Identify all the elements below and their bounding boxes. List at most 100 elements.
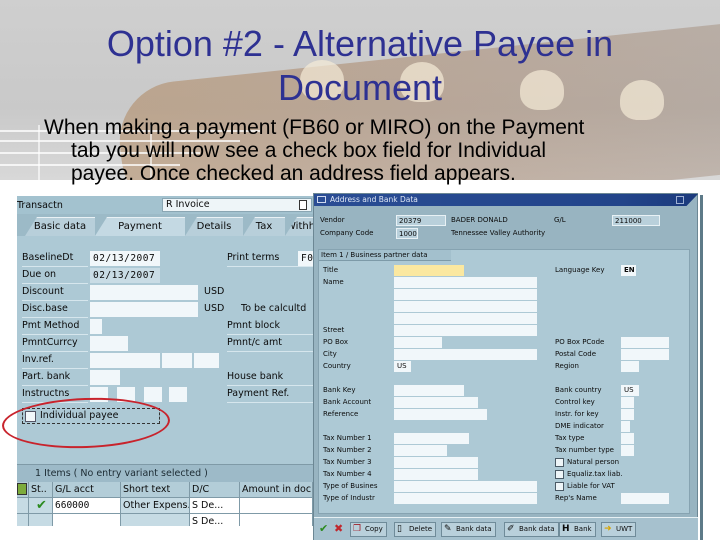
po-box-postal-code-input[interactable]	[621, 337, 669, 348]
row-selector[interactable]	[17, 514, 29, 526]
window-icon	[317, 196, 326, 203]
print-terms-input[interactable]: F0	[298, 251, 313, 266]
row-selector[interactable]	[17, 498, 29, 514]
delete-button-label: Delete	[409, 525, 432, 533]
payment-currency-input[interactable]	[90, 336, 128, 351]
bank-button-label: Bank	[574, 525, 592, 533]
column-header-amount[interactable]: Amount in doc.c	[240, 482, 313, 498]
slide-body-text: When making a payment (FB60 or MIRO) on …	[44, 116, 704, 185]
gl-account-cell[interactable]	[53, 514, 121, 526]
tab-details[interactable]: Details	[185, 217, 243, 236]
instruction-key-input[interactable]	[621, 409, 634, 420]
copy-button[interactable]: ❐ Copy	[350, 522, 387, 537]
reference-input[interactable]	[394, 409, 487, 420]
gl-account-cell[interactable]: 660000	[53, 498, 121, 514]
region-input[interactable]	[621, 361, 639, 372]
bank-data-button[interactable]: ✎ Bank data	[441, 522, 496, 537]
invoice-ref-input-1[interactable]	[90, 353, 160, 368]
body-line: When making a payment (FB60 or MIRO) on …	[44, 116, 585, 139]
disc-base-input[interactable]	[90, 302, 198, 317]
column-header-status[interactable]: St..	[29, 482, 53, 498]
invoice-ref-input-3[interactable]	[194, 353, 219, 368]
tab-payment[interactable]: Payment	[95, 217, 185, 236]
debit-credit-cell[interactable]: S De...	[190, 514, 240, 526]
country-input[interactable]: US	[394, 361, 411, 372]
debit-credit-value: S De...	[192, 516, 224, 526]
title-input[interactable]	[394, 265, 464, 276]
po-box-input[interactable]	[394, 337, 442, 348]
bank-key-input[interactable]	[394, 385, 464, 396]
panel-tab-business-partner[interactable]: Item 1 / Business partner data	[319, 250, 451, 261]
postal-code-label: Postal Code	[555, 350, 597, 358]
amount-cell[interactable]	[240, 514, 313, 526]
liable-for-vat-checkbox[interactable]	[555, 482, 564, 491]
language-key-input[interactable]: EN	[621, 265, 636, 276]
amount-cell[interactable]	[240, 498, 313, 514]
baseline-date-input[interactable]: 02/13/2007	[90, 251, 160, 266]
dropdown-icon[interactable]	[299, 200, 307, 210]
bank-data-button-2[interactable]: ✐ Bank data	[504, 522, 559, 537]
table-row-status: ✔	[29, 498, 53, 514]
type-of-industry-input[interactable]	[394, 493, 537, 504]
street-input[interactable]	[394, 325, 537, 336]
disc-base-currency: USD	[204, 303, 225, 314]
select-all-button[interactable]	[17, 482, 29, 498]
column-header-debit-credit[interactable]: D/C	[190, 482, 240, 498]
tab-withholding[interactable]: Withhol	[285, 217, 313, 236]
items-grid: St.. G/L acct Short text D/C Amount in d…	[17, 482, 313, 526]
control-key-input[interactable]	[621, 397, 634, 408]
dme-indicator-label: DME indicator	[555, 422, 604, 430]
payment-method-input[interactable]	[90, 319, 102, 334]
region-label: Region	[555, 362, 579, 370]
business-partner-panel: Item 1 / Business partner data Title Nam…	[318, 249, 690, 514]
tab-tax[interactable]: Tax	[243, 217, 285, 236]
short-text-cell[interactable]	[121, 514, 190, 526]
tax-number-4-input[interactable]	[394, 469, 478, 480]
confirm-icon[interactable]: ✔	[319, 523, 328, 535]
column-header-short-text[interactable]: Short text	[121, 482, 190, 498]
debit-credit-cell[interactable]: S De...	[190, 498, 240, 514]
bank-account-input[interactable]	[394, 397, 478, 408]
to-be-calculated-checkbox-label[interactable]: To be calcultd	[241, 303, 306, 314]
transaction-select[interactable]: R Invoice	[162, 198, 312, 212]
uwt-button-label: UWT	[616, 525, 633, 533]
tax-number-2-input[interactable]	[394, 445, 447, 456]
tax-number-3-input[interactable]	[394, 457, 478, 468]
name-input-3[interactable]	[394, 301, 537, 312]
type-of-business-label: Type of Busines	[323, 482, 378, 490]
name-input-2[interactable]	[394, 289, 537, 300]
discount-input[interactable]	[90, 285, 198, 300]
tab-basic-data[interactable]: Basic data	[25, 217, 95, 236]
instruction-input-3[interactable]	[144, 387, 162, 402]
uwt-button[interactable]: ➜ UWT	[601, 522, 637, 537]
rep-name-input[interactable]	[621, 493, 669, 504]
bank-country-input[interactable]: US	[621, 385, 639, 396]
bank-button[interactable]: H Bank	[559, 522, 596, 537]
discount-label: Discount	[22, 286, 88, 301]
transaction-value: R Invoice	[166, 199, 210, 210]
partner-bank-input[interactable]	[90, 370, 120, 385]
equalization-tax-checkbox[interactable]	[555, 470, 564, 479]
language-key-label: Language Key	[555, 266, 605, 274]
body-line: tab you will now see a check box field f…	[71, 139, 547, 162]
postal-code-input[interactable]	[621, 349, 669, 360]
cancel-icon[interactable]: ✖	[334, 523, 343, 535]
close-icon[interactable]	[676, 196, 684, 204]
dme-indicator-input[interactable]	[621, 421, 630, 432]
type-of-business-input[interactable]	[394, 481, 537, 492]
delete-button[interactable]: ▯ Delete	[394, 522, 436, 537]
name-input-4[interactable]	[394, 313, 537, 324]
tax-type-input[interactable]	[621, 433, 634, 444]
name-input-1[interactable]	[394, 277, 537, 288]
instruction-input-4[interactable]	[169, 387, 187, 402]
tax-number-1-input[interactable]	[394, 433, 469, 444]
short-text-cell[interactable]: Other Expens...	[121, 498, 190, 514]
natural-person-checkbox[interactable]	[555, 458, 564, 467]
dialog-title-bar: Address and Bank Data	[314, 194, 698, 206]
pencil-icon: ✎	[444, 524, 452, 534]
column-header-gl-account[interactable]: G/L acct	[53, 482, 121, 498]
city-input[interactable]	[394, 349, 537, 360]
invoice-ref-input-2[interactable]	[162, 353, 192, 368]
gl-label: G/L	[554, 216, 566, 224]
tax-number-type-input[interactable]	[621, 445, 634, 456]
